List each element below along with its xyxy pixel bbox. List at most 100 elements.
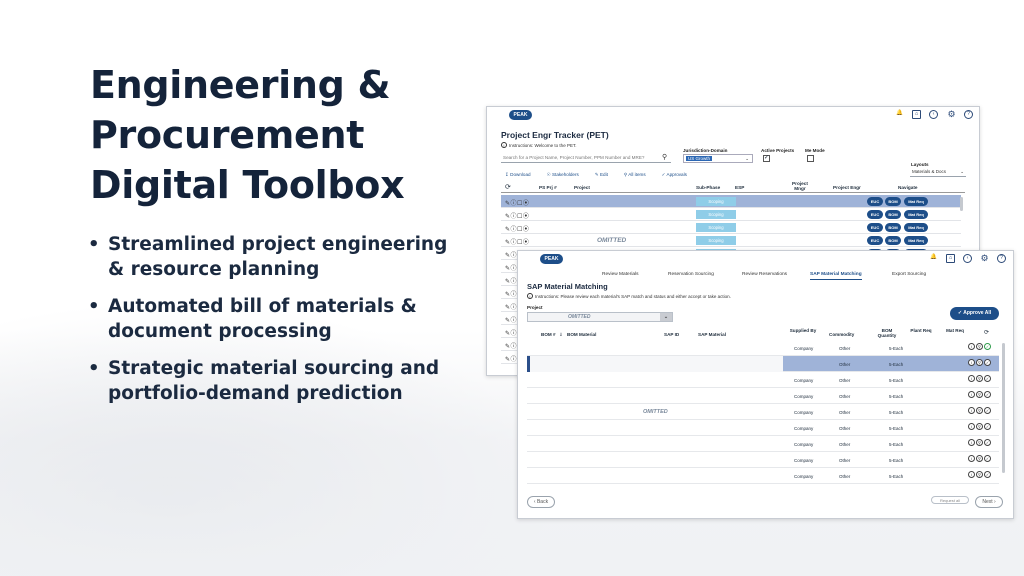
- check-icon[interactable]: ✓: [984, 423, 991, 430]
- nav-button-mat-req[interactable]: Mat Req: [904, 210, 928, 219]
- search-icon[interactable]: ⚲: [976, 391, 983, 398]
- check-icon[interactable]: ✓: [984, 359, 991, 366]
- approve-all-button[interactable]: ✓ Approve All: [950, 307, 999, 320]
- nav-button-mat-req[interactable]: Mat Req: [904, 223, 928, 232]
- tab-sap-material-matching[interactable]: SAP Material Matching: [810, 272, 862, 280]
- nav-button-mat-req[interactable]: Mat Req: [904, 197, 928, 206]
- gear-icon[interactable]: ⚙: [980, 254, 989, 263]
- nav-button-bom[interactable]: BOM: [885, 236, 901, 245]
- info-icon[interactable]: i: [968, 391, 975, 398]
- check-icon[interactable]: ✓: [984, 471, 991, 478]
- search-input[interactable]: Search for a Project Name, Project Numbe…: [501, 152, 671, 163]
- table-row[interactable]: ✎ⓘ☐⦿ Scoping EUCBOMMat Req: [501, 208, 961, 221]
- help-icon[interactable]: ?: [997, 254, 1006, 263]
- scrollbar[interactable]: [1002, 343, 1005, 473]
- info-icon[interactable]: i: [968, 471, 975, 478]
- column-header[interactable]: Project Mngr: [786, 181, 814, 191]
- peak-logo[interactable]: PEAK: [540, 254, 563, 264]
- check-icon[interactable]: ✓: [984, 407, 991, 414]
- table-row[interactable]: Company Other 5-Each i ⚲ ✓: [527, 420, 999, 436]
- info-icon[interactable]: i: [968, 423, 975, 430]
- help-icon[interactable]: ?: [964, 110, 973, 119]
- row-action-icons[interactable]: ✎ⓘ☐⦿: [505, 224, 529, 233]
- column-header[interactable]: ESP: [735, 185, 744, 190]
- table-row[interactable]: Company Other 5-Each i ⚲ ✓: [527, 452, 999, 468]
- nav-button-euc[interactable]: EUC: [867, 223, 883, 232]
- approvals-button[interactable]: ✓ Approvals: [662, 172, 687, 178]
- column-header[interactable]: Supplied By: [789, 328, 817, 333]
- project-select[interactable]: OMITTED ⌄: [527, 312, 673, 322]
- row-action-icons[interactable]: ✎ⓘ☐⦿: [505, 211, 529, 220]
- search-icon[interactable]: ⚲: [976, 423, 983, 430]
- check-icon[interactable]: ✓: [984, 375, 991, 382]
- home-icon[interactable]: ⌂: [912, 110, 921, 119]
- column-header[interactable]: Navigate: [898, 185, 918, 190]
- all-items-button[interactable]: ⚲ All items: [624, 172, 646, 178]
- nav-button-bom[interactable]: BOM: [885, 223, 901, 232]
- search-icon[interactable]: ⚲: [976, 359, 983, 366]
- table-row[interactable]: Company Other 5-Each i ⚲ ✓: [527, 372, 999, 388]
- column-header[interactable]: Plant Req: [909, 328, 933, 333]
- table-row[interactable]: Company Other 5-Each i ⚲ ✓: [527, 388, 999, 404]
- refresh-icon[interactable]: ⟳: [505, 183, 511, 191]
- scrollbar[interactable]: [960, 197, 963, 211]
- download-button[interactable]: ↧ Download: [505, 172, 531, 178]
- info-icon[interactable]: i: [968, 455, 975, 462]
- bell-icon[interactable]: 🔔: [895, 110, 904, 119]
- column-header[interactable]: Project: [574, 185, 590, 190]
- column-header[interactable]: BOM Quantity: [872, 328, 902, 338]
- table-row[interactable]: ✎ⓘ☐⦿ Scoping EUCBOMMat Req: [501, 221, 961, 234]
- column-header[interactable]: Commodity: [829, 332, 854, 337]
- request-all-button[interactable]: Request all: [931, 496, 969, 504]
- tab-export-sourcing[interactable]: Export Sourcing: [892, 272, 926, 277]
- check-icon[interactable]: ✓: [984, 391, 991, 398]
- info-icon[interactable]: i: [968, 359, 975, 366]
- table-row[interactable]: Company Other 5-Each i ⚲ ✓: [527, 468, 999, 484]
- nav-button-euc[interactable]: EUC: [867, 210, 883, 219]
- back-icon[interactable]: ‹: [963, 254, 972, 263]
- info-icon[interactable]: i: [968, 375, 975, 382]
- nav-button-mat-req[interactable]: Mat Req: [904, 236, 928, 245]
- table-row[interactable]: Other 5-Each i ⚲ ✓: [527, 356, 999, 372]
- edit-button[interactable]: ✎ Edit: [595, 172, 608, 178]
- search-icon[interactable]: ⚲: [662, 153, 667, 161]
- check-icon[interactable]: ✓: [984, 343, 991, 350]
- home-icon[interactable]: ⌂: [946, 254, 955, 263]
- info-icon[interactable]: i: [968, 439, 975, 446]
- nav-button-bom[interactable]: BOM: [885, 210, 901, 219]
- tab-review-materials[interactable]: Review Materials: [602, 272, 639, 277]
- search-icon[interactable]: ⚲: [976, 455, 983, 462]
- info-icon[interactable]: i: [968, 343, 975, 350]
- next-button[interactable]: Next ›: [975, 496, 1003, 508]
- table-row[interactable]: Company Other 5-Each i ⚲ ✓: [527, 436, 999, 452]
- table-row[interactable]: ✎ⓘ☐⦿ Scoping EUCBOMMat Req: [501, 234, 961, 247]
- nav-button-euc[interactable]: EUC: [867, 236, 883, 245]
- refresh-icon[interactable]: ⟳: [984, 330, 989, 336]
- check-icon[interactable]: ✓: [984, 439, 991, 446]
- table-row[interactable]: Company Other 5-Each i ⚲ ✓: [527, 404, 999, 420]
- search-icon[interactable]: ⚲: [976, 471, 983, 478]
- column-header[interactable]: PS Prj #: [539, 185, 557, 190]
- column-header[interactable]: BOM #: [541, 332, 556, 337]
- peak-logo[interactable]: PEAK: [509, 110, 532, 120]
- info-icon[interactable]: i: [968, 407, 975, 414]
- layouts-select[interactable]: Materials & Docs ⌄: [910, 168, 966, 177]
- column-header[interactable]: Project Engr: [833, 185, 861, 190]
- row-action-icons[interactable]: ✎ⓘ☐⦿: [505, 198, 529, 207]
- tab-review-reservations[interactable]: Review Reservations: [742, 272, 787, 277]
- table-row[interactable]: Company Other 5-Each i ⚲ ✓: [527, 340, 999, 356]
- column-header[interactable]: Mat Req: [945, 328, 965, 333]
- stakeholders-button[interactable]: ☉ Stakeholders: [547, 172, 579, 178]
- bell-icon[interactable]: 🔔: [929, 254, 938, 263]
- search-icon[interactable]: ⚲: [976, 375, 983, 382]
- active-projects-checkbox[interactable]: ✓: [763, 155, 770, 162]
- search-icon[interactable]: ⚲: [976, 439, 983, 446]
- sort-icon[interactable]: ⇓: [559, 332, 563, 337]
- nav-button-euc[interactable]: EUC: [867, 197, 883, 206]
- me-mode-checkbox[interactable]: [807, 155, 814, 162]
- row-action-icons[interactable]: ✎ⓘ☐⦿: [505, 237, 529, 246]
- column-header[interactable]: SAP Material: [698, 332, 726, 337]
- back-button[interactable]: ‹ Back: [527, 496, 555, 508]
- gear-icon[interactable]: ⚙: [947, 110, 956, 119]
- column-header[interactable]: SAP ID: [664, 332, 679, 337]
